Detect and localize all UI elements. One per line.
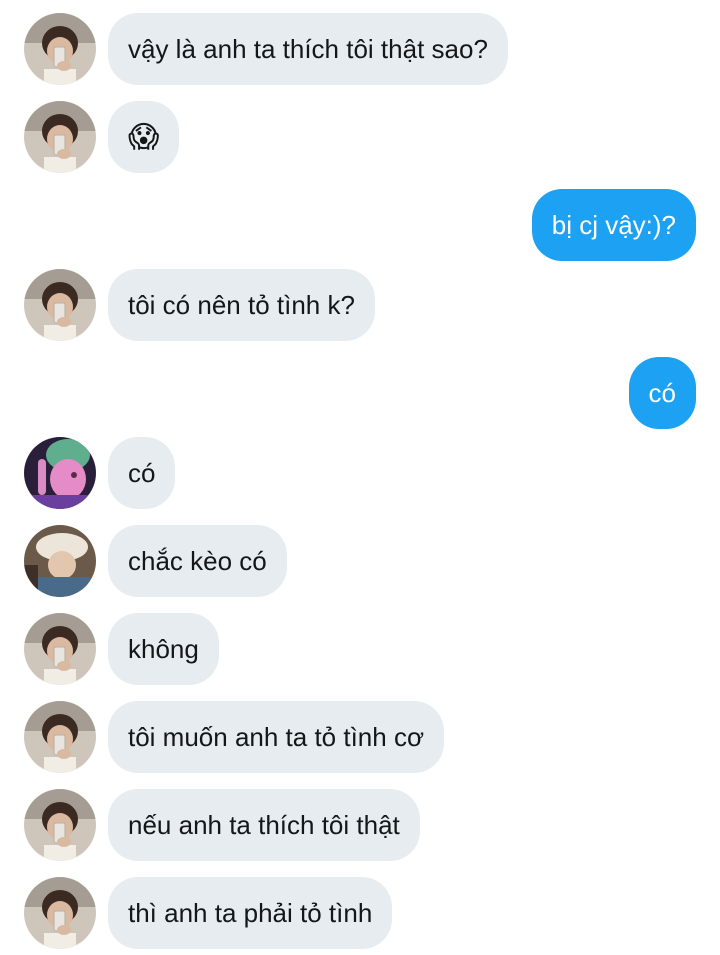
message-row: tôi muốn anh ta tỏ tình cơ [0,701,720,773]
message-bubble[interactable]: vậy là anh ta thích tôi thật sao? [108,13,508,85]
message-bubble[interactable]: tôi muốn anh ta tỏ tình cơ [108,701,445,773]
message-bubble[interactable]: thì anh ta phải tỏ tình [108,877,393,949]
message-bubble[interactable]: không [108,613,219,685]
message-bubble[interactable]: tôi có nên tỏ tình k? [108,269,375,341]
message-bubble[interactable]: chắc kèo có [108,525,287,597]
mirror-selfie-avatar[interactable] [24,877,96,949]
message-row: vậy là anh ta thích tôi thật sao? [0,13,720,85]
message-bubble[interactable]: có [108,437,176,509]
message-row: nếu anh ta thích tôi thật [0,789,720,861]
bucket-hat-avatar[interactable] [24,525,96,597]
screaming-face-emoji: 😱 [128,119,160,155]
message-row: không [0,613,720,685]
message-row: có [0,437,720,509]
message-row: chắc kèo có [0,525,720,597]
message-bubble[interactable]: 😱 [108,101,180,173]
green-hair-avatar[interactable] [24,437,96,509]
message-row: 😱 [0,101,720,173]
mirror-selfie-avatar[interactable] [24,101,96,173]
message-row: thì anh ta phải tỏ tình [0,877,720,949]
message-bubble-outgoing[interactable]: bị cj vậy:)? [531,189,696,261]
message-bubble-outgoing[interactable]: có [628,357,696,429]
message-bubble[interactable]: nếu anh ta thích tôi thật [108,789,420,861]
mirror-selfie-avatar[interactable] [24,269,96,341]
mirror-selfie-avatar[interactable] [24,701,96,773]
mirror-selfie-avatar[interactable] [24,13,96,85]
message-row: bị cj vậy:)? [0,189,720,261]
mirror-selfie-avatar[interactable] [24,789,96,861]
message-row: tôi có nên tỏ tình k? [0,269,720,341]
mirror-selfie-avatar[interactable] [24,613,96,685]
message-row: có [0,357,720,429]
